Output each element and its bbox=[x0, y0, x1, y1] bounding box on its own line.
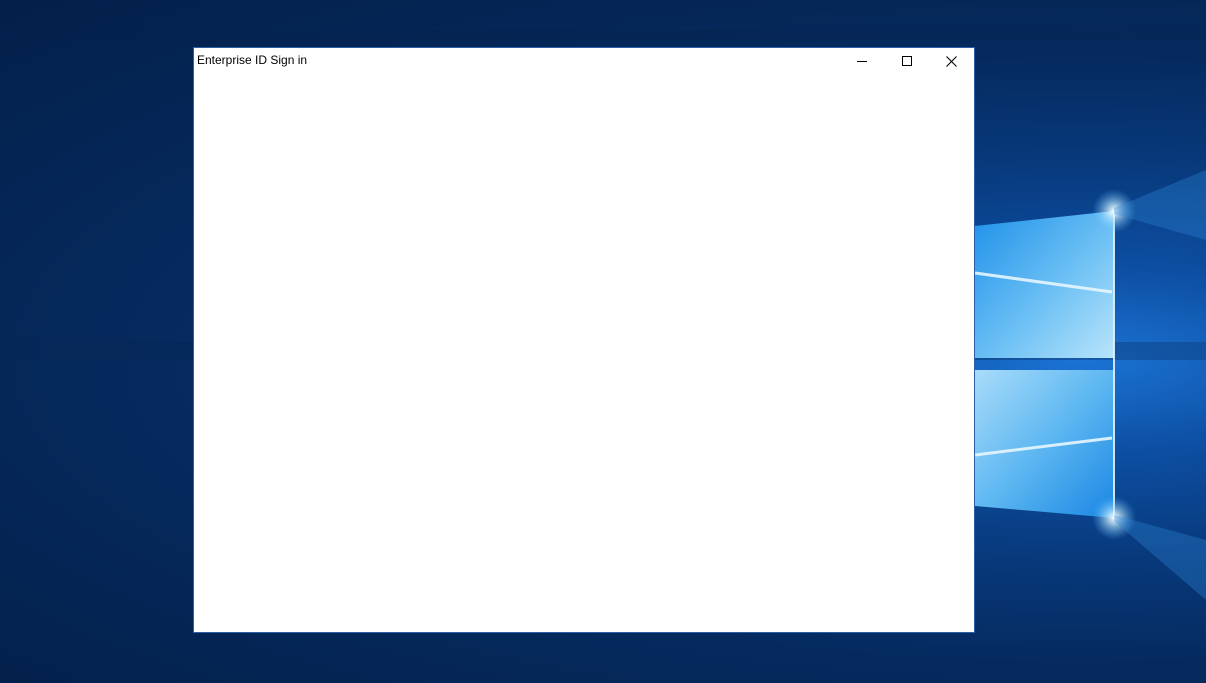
logo-ray bbox=[1114, 170, 1206, 240]
close-button[interactable] bbox=[929, 48, 974, 74]
close-icon bbox=[946, 55, 957, 67]
maximize-icon bbox=[901, 56, 912, 66]
minimize-button[interactable] bbox=[839, 48, 884, 74]
logo-pane-upper bbox=[975, 211, 1114, 358]
window-title: Enterprise ID Sign in bbox=[197, 53, 308, 67]
logo-pane-lower bbox=[975, 370, 1114, 518]
window-title-bar[interactable]: Enterprise ID Sign in bbox=[194, 48, 974, 74]
minimize-icon bbox=[856, 61, 867, 62]
maximize-button[interactable] bbox=[884, 48, 929, 74]
window-content-area bbox=[194, 74, 974, 632]
logo-ray bbox=[1114, 515, 1206, 600]
sign-in-window: Enterprise ID Sign in bbox=[193, 47, 975, 633]
desktop-wallpaper: Enterprise ID Sign in bbox=[0, 0, 1206, 683]
